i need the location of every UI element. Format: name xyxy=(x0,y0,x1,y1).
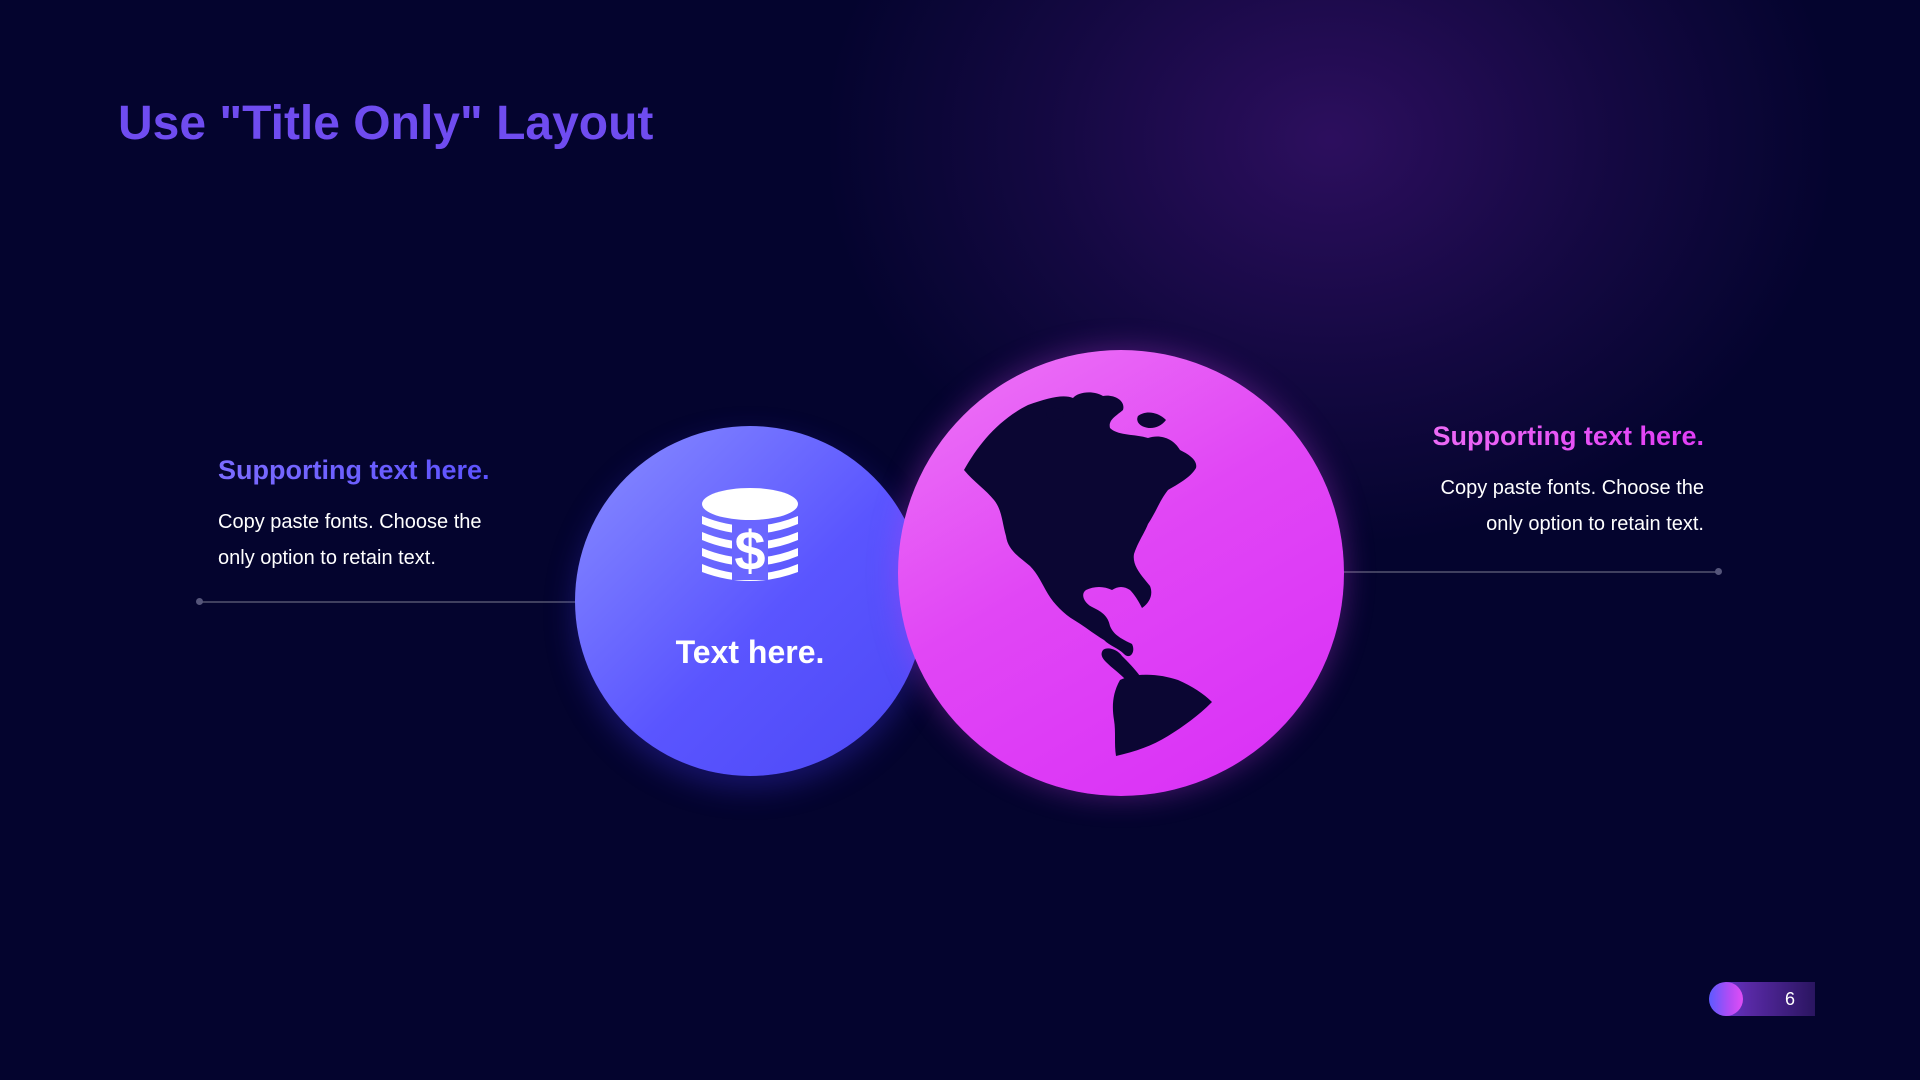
right-connector-dot xyxy=(1715,568,1722,575)
right-body-line-2: only option to retain text. xyxy=(1486,513,1704,535)
left-connector-line xyxy=(200,601,580,603)
left-connector-dot xyxy=(196,598,203,605)
money-circle: $ Text here. xyxy=(575,426,925,776)
right-supporting-body: Copy paste fonts. Choose the only option… xyxy=(1404,470,1705,542)
left-body-line-2: only option to retain text. xyxy=(218,547,436,569)
left-supporting-body: Copy paste fonts. Choose the only option… xyxy=(218,504,518,576)
right-supporting-heading: Supporting text here. xyxy=(1404,421,1704,452)
globe-circle xyxy=(898,350,1344,796)
left-body-line-1: Copy paste fonts. Choose the xyxy=(218,511,482,533)
page-badge-knob xyxy=(1709,982,1743,1016)
slide-title: Use "Title Only" Layout xyxy=(118,97,654,150)
right-body-line-1: Copy paste fonts. Choose the xyxy=(1440,477,1705,499)
page-number-badge: 6 xyxy=(1709,982,1815,1016)
left-supporting-block: Supporting text here. Copy paste fonts. … xyxy=(218,455,518,576)
money-coins-icon: $ xyxy=(702,488,798,582)
page-number: 6 xyxy=(1784,989,1795,1009)
right-connector-line xyxy=(1340,571,1720,573)
svg-text:$: $ xyxy=(734,519,765,582)
money-circle-label: Text here. xyxy=(675,634,825,670)
slide: Use "Title Only" Layout Supporting text … xyxy=(0,0,1920,1080)
right-supporting-block: Supporting text here. Copy paste fonts. … xyxy=(1404,421,1704,542)
left-supporting-heading: Supporting text here. xyxy=(218,455,518,486)
globe-americas-icon xyxy=(964,392,1212,756)
